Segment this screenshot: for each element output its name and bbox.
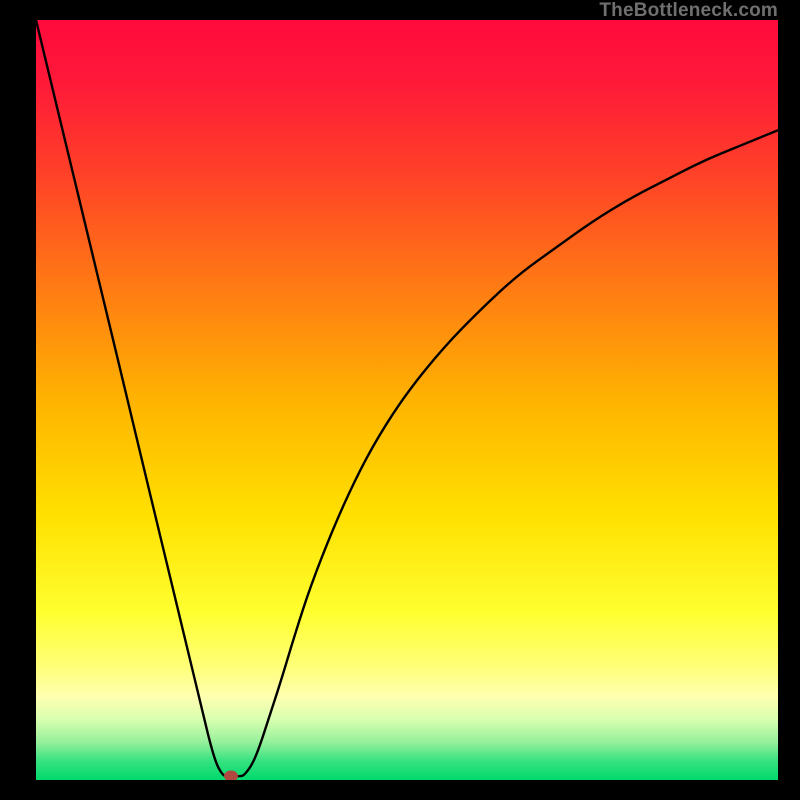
bottleneck-curve xyxy=(36,20,778,780)
chart-stage: TheBottleneck.com xyxy=(0,0,800,800)
attribution-label: TheBottleneck.com xyxy=(599,0,778,22)
plot-area xyxy=(36,20,778,780)
optimum-marker xyxy=(224,771,238,780)
